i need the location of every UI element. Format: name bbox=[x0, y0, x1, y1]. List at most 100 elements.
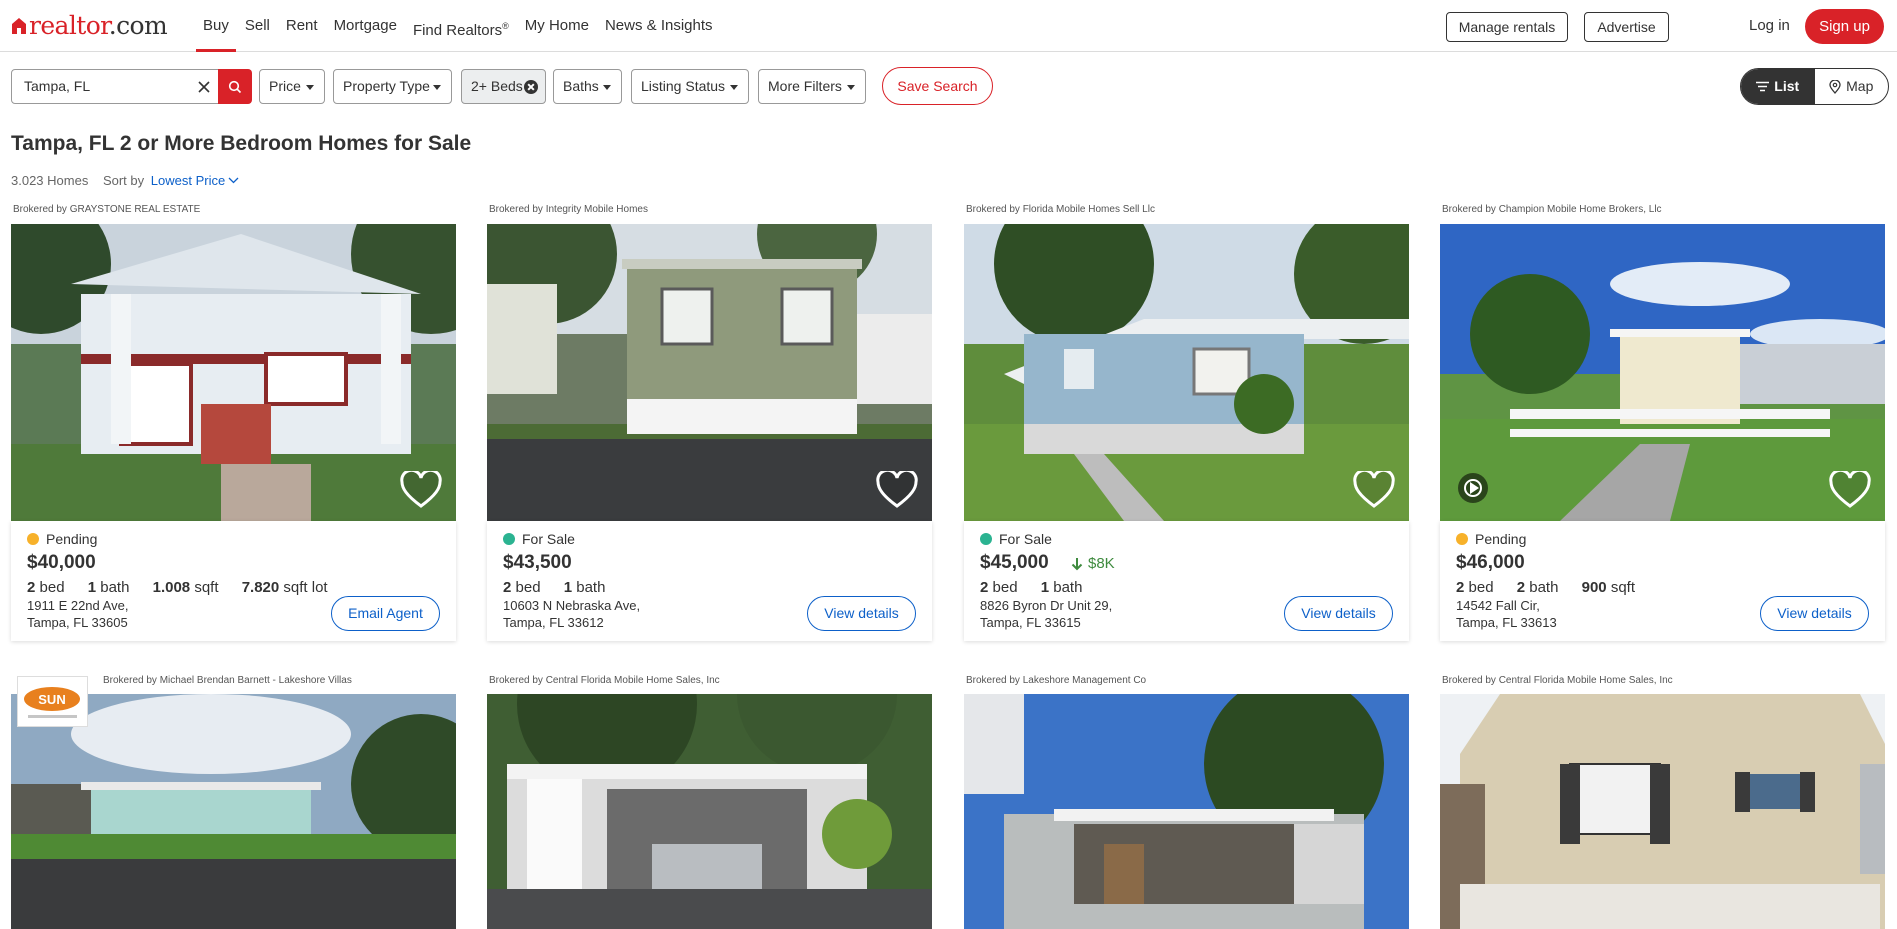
broker-name: Brokered by Central Florida Mobile Home … bbox=[1442, 675, 1673, 686]
nav-buy[interactable]: Buy bbox=[196, 0, 236, 52]
save-favorite-heart-icon[interactable] bbox=[1353, 471, 1395, 509]
beds-unit: bed bbox=[1468, 579, 1494, 596]
save-favorite-heart-icon[interactable] bbox=[1829, 471, 1871, 509]
broker-logo: SUN bbox=[17, 676, 88, 727]
broker-name: Brokered by GRAYSTONE REAL ESTATE bbox=[13, 204, 201, 215]
map-pin-icon bbox=[1829, 79, 1841, 94]
nav-find-realtors-label: Find Realtors bbox=[412, 22, 503, 39]
save-favorite-heart-icon[interactable] bbox=[876, 471, 918, 509]
email-agent-button[interactable]: Email Agent bbox=[331, 596, 440, 631]
search-input-value[interactable]: Tampa, FL bbox=[24, 70, 90, 103]
baths-unit: bath bbox=[576, 579, 606, 596]
listing-address[interactable]: 10603 N Nebraska Ave, Tampa, FL 33612 bbox=[503, 597, 640, 631]
map-view-button[interactable]: Map bbox=[1815, 69, 1889, 104]
baths-unit: bath bbox=[1053, 579, 1083, 596]
listing-address[interactable]: 14542 Fall Cir, Tampa, FL 33613 bbox=[1456, 597, 1557, 631]
status-label: Pending bbox=[1475, 531, 1527, 547]
more-filters-filter[interactable]: More Filters bbox=[758, 69, 866, 104]
chevron-down-icon bbox=[730, 85, 738, 90]
house-logo-icon bbox=[12, 18, 26, 34]
location-search[interactable]: Tampa, FL bbox=[11, 69, 252, 104]
listing-status-label: Listing Status bbox=[641, 78, 726, 94]
view-toggle: List Map bbox=[1740, 68, 1889, 105]
listing-address[interactable]: 1911 E 22nd Ave, Tampa, FL 33605 bbox=[27, 597, 128, 631]
broker-name: Brokered by Central Florida Mobile Home … bbox=[489, 675, 720, 686]
beds-filter[interactable]: 2+ Beds bbox=[461, 69, 546, 104]
baths-unit: bath bbox=[100, 579, 130, 596]
listing-photo[interactable] bbox=[964, 224, 1409, 521]
results-count: 3.023 Homes bbox=[11, 173, 89, 188]
advertise-button[interactable]: Advertise bbox=[1584, 12, 1669, 42]
listing-photo[interactable] bbox=[1440, 224, 1885, 521]
address-line-1: 10603 N Nebraska Ave, bbox=[503, 598, 641, 613]
listing-info: For Sale $45,000 $8K 2 bed 1 bath 8826 B… bbox=[964, 521, 1409, 641]
logo-text: SUN bbox=[38, 692, 65, 707]
video-play-icon[interactable] bbox=[1458, 473, 1488, 503]
listing-photo[interactable] bbox=[964, 694, 1409, 929]
house-photo bbox=[487, 224, 932, 521]
listing-photo[interactable] bbox=[487, 224, 932, 521]
property-type-filter[interactable]: Property Type bbox=[333, 69, 452, 104]
sort-dropdown[interactable]: Lowest Price bbox=[151, 173, 239, 188]
listing-photo[interactable] bbox=[487, 694, 932, 929]
lot-unit: sqft lot bbox=[283, 579, 328, 596]
status-dot-icon bbox=[1456, 533, 1468, 545]
nav-sell[interactable]: Sell bbox=[245, 0, 270, 52]
listing-price: $43,500 bbox=[503, 552, 572, 573]
price-filter[interactable]: Price bbox=[259, 69, 325, 104]
signup-button[interactable]: Sign up bbox=[1805, 9, 1884, 44]
view-details-button[interactable]: View details bbox=[1284, 596, 1393, 631]
realtor-logo[interactable]: realtor.com bbox=[11, 12, 168, 40]
clear-beds-icon[interactable] bbox=[524, 80, 538, 94]
broker-name: Brokered by Florida Mobile Homes Sell Ll… bbox=[966, 204, 1155, 215]
beds-filter-label: 2+ Beds bbox=[471, 78, 523, 94]
manage-rentals-button[interactable]: Manage rentals bbox=[1446, 12, 1568, 42]
broker-name: Brokered by Integrity Mobile Homes bbox=[489, 204, 648, 215]
house-photo bbox=[964, 694, 1409, 929]
listing-address[interactable]: 8826 Byron Dr Unit 29, Tampa, FL 33615 bbox=[980, 597, 1112, 631]
beds-value: 2 bbox=[503, 579, 512, 596]
price-drop-value: $8K bbox=[1088, 555, 1115, 572]
beds-unit: bed bbox=[992, 579, 1018, 596]
broker-name: Brokered by Michael Brendan Barnett - La… bbox=[103, 675, 352, 686]
sqft-value: 1.008 bbox=[152, 579, 191, 596]
list-view-button[interactable]: List bbox=[1741, 69, 1815, 104]
sqft-unit: sqft bbox=[1610, 579, 1635, 596]
sort-label: Sort by bbox=[102, 173, 145, 188]
status-dot-icon bbox=[27, 533, 39, 545]
baths-value: 1 bbox=[1040, 579, 1050, 596]
list-view-label: List bbox=[1774, 78, 1800, 94]
listing-status-filter[interactable]: Listing Status bbox=[631, 69, 749, 104]
save-search-button[interactable]: Save Search bbox=[882, 67, 993, 105]
listing-price: $40,000 bbox=[27, 552, 96, 573]
listing-photo[interactable] bbox=[11, 224, 456, 521]
listing-price: $45,000 bbox=[980, 552, 1049, 573]
login-link[interactable]: Log in bbox=[1749, 12, 1790, 40]
sun-communities-logo-icon: SUN bbox=[24, 687, 80, 718]
house-photo bbox=[487, 694, 932, 929]
nav-my-home[interactable]: My Home bbox=[525, 0, 589, 52]
nav-rent[interactable]: Rent bbox=[286, 0, 318, 52]
beds-value: 2 bbox=[27, 579, 36, 596]
price-filter-label: Price bbox=[269, 78, 301, 94]
listing-specs: 2 bed 2 bath 900 sqft bbox=[1456, 579, 1654, 596]
page-title: Tampa, FL 2 or More Bedroom Homes for Sa… bbox=[11, 132, 472, 155]
listing-specs: 2 bed 1 bath 1.008 sqft 7.820 sqft lot bbox=[27, 579, 347, 596]
listing-photo[interactable] bbox=[11, 694, 456, 929]
view-details-button[interactable]: View details bbox=[1760, 596, 1869, 631]
listing-photo[interactable] bbox=[1440, 694, 1885, 929]
nav-find-realtors[interactable]: Find Realtors® bbox=[413, 0, 509, 52]
search-button[interactable] bbox=[218, 69, 252, 104]
address-line-1: 8826 Byron Dr Unit 29, bbox=[980, 598, 1113, 613]
broker-name: Brokered by Lakeshore Management Co bbox=[966, 675, 1147, 686]
listing-info: For Sale $43,500 2 bed 1 bath 10603 N Ne… bbox=[487, 521, 932, 641]
nav-news-insights[interactable]: News & Insights bbox=[605, 0, 713, 52]
view-details-button[interactable]: View details bbox=[807, 596, 916, 631]
baths-filter[interactable]: Baths bbox=[553, 69, 622, 104]
clear-search-icon[interactable] bbox=[196, 79, 212, 95]
nav-mortgage[interactable]: Mortgage bbox=[334, 0, 397, 52]
chevron-down-icon bbox=[228, 177, 239, 184]
chevron-down-icon bbox=[433, 85, 441, 90]
lot-value: 7.820 bbox=[241, 579, 280, 596]
save-favorite-heart-icon[interactable] bbox=[400, 471, 442, 509]
